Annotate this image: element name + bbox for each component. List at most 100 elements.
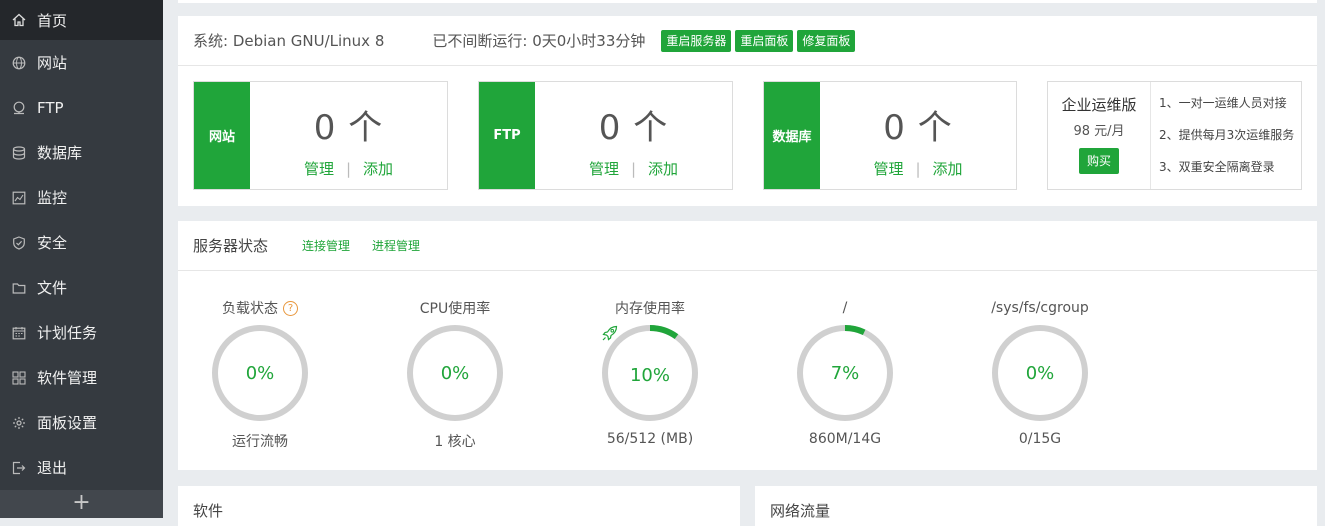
gauge-footer: 860M/14G bbox=[808, 431, 882, 447]
sidebar-item-label: 安全 bbox=[37, 234, 68, 252]
top-strip bbox=[178, 0, 1317, 3]
root-disk-gauge[interactable]: / 7% 860M/14G bbox=[775, 297, 915, 447]
stat-tag: 网站 bbox=[194, 82, 250, 189]
cgroup-disk-gauge[interactable]: /sys/fs/cgroup 0% 0/15G bbox=[970, 297, 1110, 447]
sidebar-item-label: FTP bbox=[37, 98, 64, 117]
grid-icon bbox=[12, 370, 26, 385]
sidebar-item-label: 计划任务 bbox=[37, 324, 98, 342]
gauge-label: 内存使用率 bbox=[615, 301, 685, 317]
gauge-label: / bbox=[842, 300, 848, 316]
website-manage-link[interactable]: 管理 bbox=[304, 160, 334, 178]
sidebar-item-website[interactable]: 网站 bbox=[0, 40, 163, 85]
server-status-header: 服务器状态 连接管理 进程管理 bbox=[178, 221, 1317, 271]
gauge-value: 0% bbox=[440, 362, 470, 384]
gear-icon bbox=[12, 416, 26, 430]
enterprise-card: 企业运维版 98 元/月 购买 1、一对一运维人员对接 2、提供每月3次运维服务… bbox=[1047, 81, 1302, 190]
repair-panel-button[interactable]: 修复面板 bbox=[797, 29, 856, 52]
overview-panel: 系统: Debian GNU/Linux 8 已不间断运行: 0天0小时33分钟… bbox=[178, 16, 1317, 206]
stat-count: 0 个 bbox=[313, 108, 384, 148]
gauge-value: 0% bbox=[245, 362, 275, 384]
enterprise-title: 企业运维版 bbox=[1061, 96, 1137, 114]
load-gauge[interactable]: 负载状态 ? 0% 运行流畅 bbox=[190, 297, 330, 451]
gauge-footer: 运行流畅 bbox=[232, 434, 288, 450]
stat-count: 0 个 bbox=[598, 108, 669, 148]
memory-gauge[interactable]: 内存使用率 10% 56/512 (MB) bbox=[580, 297, 720, 447]
enterprise-feature: 2、提供每月3次运维服务 bbox=[1159, 128, 1295, 142]
sidebar-item-label: 面板设置 bbox=[37, 414, 98, 432]
sidebar-item-cron[interactable]: 计划任务 bbox=[0, 310, 163, 355]
gauge-ring: 0% bbox=[210, 323, 310, 423]
server-status-panel: 服务器状态 连接管理 进程管理 负载状态 ? 0% 运行流畅 CPU使用率 0%… bbox=[178, 221, 1317, 470]
database-add-link[interactable]: 添加 bbox=[933, 160, 963, 178]
globe-icon bbox=[12, 56, 26, 70]
sidebar-item-ftp[interactable]: FTP bbox=[0, 85, 163, 130]
ftp-icon bbox=[12, 101, 26, 115]
software-panel: 软件 bbox=[178, 486, 740, 526]
ftp-manage-link[interactable]: 管理 bbox=[589, 160, 619, 178]
help-icon[interactable]: ? bbox=[283, 300, 298, 316]
restart-panel-button[interactable]: 重启面板 bbox=[735, 29, 794, 52]
network-panel: 网络流量 bbox=[755, 486, 1317, 526]
stat-links: 管理 | 添加 bbox=[588, 160, 679, 178]
system-os: 系统: Debian GNU/Linux 8 bbox=[193, 32, 385, 50]
enterprise-feature: 1、一对一运维人员对接 bbox=[1159, 96, 1287, 110]
sidebar-item-security[interactable]: 安全 bbox=[0, 220, 163, 265]
website-stat-card: 网站 0 个 管理 | 添加 bbox=[193, 81, 448, 190]
process-manage-link[interactable]: 进程管理 bbox=[372, 237, 420, 254]
stat-tag: 数据库 bbox=[764, 82, 820, 189]
server-status-title: 服务器状态 bbox=[193, 237, 269, 255]
ftp-add-link[interactable]: 添加 bbox=[648, 160, 678, 178]
enterprise-summary: 企业运维版 98 元/月 购买 bbox=[1048, 82, 1151, 189]
sidebar-item-database[interactable]: 数据库 bbox=[0, 130, 163, 175]
stat-count: 0 个 bbox=[883, 108, 953, 148]
sidebar-item-label: 监控 bbox=[37, 189, 68, 207]
stat-links: 管理 | 添加 bbox=[303, 160, 394, 178]
gauge-ring: 7% bbox=[795, 323, 895, 423]
enterprise-buy-button[interactable]: 购买 bbox=[1078, 148, 1119, 174]
sidebar-item-label: 退出 bbox=[37, 459, 68, 477]
shield-icon bbox=[12, 235, 26, 250]
sidebar-item-label: 网站 bbox=[37, 54, 68, 72]
sidebar-item-label: 软件管理 bbox=[37, 369, 98, 387]
gauge-ring: 10% bbox=[600, 323, 700, 423]
sidebar-item-label: 首页 bbox=[37, 11, 68, 30]
system-uptime: 已不间断运行: 0天0小时33分钟 bbox=[432, 32, 646, 50]
enterprise-features: 1、一对一运维人员对接 2、提供每月3次运维服务 3、双重安全隔离登录 bbox=[1159, 94, 1294, 190]
gauge-value: 0% bbox=[1025, 362, 1055, 384]
enterprise-feature: 3、双重安全隔离登录 bbox=[1159, 160, 1275, 174]
monitor-icon bbox=[12, 191, 26, 205]
folder-icon bbox=[12, 281, 26, 295]
gauge-ring: 0% bbox=[990, 323, 1090, 423]
gauge-footer: 56/512 (MB) bbox=[606, 431, 694, 447]
sidebar-item-logout[interactable]: 退出 bbox=[0, 445, 163, 490]
website-add-link[interactable]: 添加 bbox=[363, 160, 393, 178]
stat-tag: FTP bbox=[479, 82, 535, 189]
cpu-gauge[interactable]: CPU使用率 0% 1 核心 bbox=[385, 297, 525, 451]
gauge-label-text: 负载状态 bbox=[222, 301, 278, 317]
sidebar-item-settings[interactable]: 面板设置 bbox=[0, 400, 163, 445]
gauge-value: 7% bbox=[830, 362, 860, 384]
gauge-label: 负载状态 ? bbox=[190, 297, 330, 319]
sidebar-item-home[interactable]: 首页 bbox=[0, 0, 163, 40]
connection-manage-link[interactable]: 连接管理 bbox=[302, 237, 350, 254]
sidebar-add-button[interactable]: + bbox=[0, 490, 163, 518]
sidebar: 首页 网站 FTP 数据库 监控 安全 文件 计划任务 软件管理 面板设置 退出… bbox=[0, 0, 163, 518]
gauge-footer: 1 核心 bbox=[434, 434, 476, 450]
restart-server-button[interactable]: 重启服务器 bbox=[661, 29, 732, 52]
sidebar-item-label: 数据库 bbox=[37, 144, 83, 162]
logout-icon bbox=[12, 461, 26, 475]
sidebar-item-files[interactable]: 文件 bbox=[0, 265, 163, 310]
gauge-footer: 0/15G bbox=[1018, 431, 1062, 447]
gauge-label: /sys/fs/cgroup bbox=[991, 300, 1089, 316]
ftp-stat-card: FTP 0 个 管理 | 添加 bbox=[478, 81, 733, 190]
database-icon bbox=[12, 145, 26, 160]
sidebar-item-software[interactable]: 软件管理 bbox=[0, 355, 163, 400]
system-info-bar: 系统: Debian GNU/Linux 8 已不间断运行: 0天0小时33分钟… bbox=[178, 16, 1317, 66]
sidebar-item-monitor[interactable]: 监控 bbox=[0, 175, 163, 220]
sidebar-item-label: 文件 bbox=[37, 279, 68, 297]
gauge-label: CPU使用率 bbox=[419, 301, 491, 317]
database-stat-card: 数据库 0 个 管理 | 添加 bbox=[763, 81, 1017, 190]
database-manage-link[interactable]: 管理 bbox=[873, 160, 903, 178]
enterprise-price: 98 元/月 bbox=[1073, 124, 1125, 139]
home-icon bbox=[12, 13, 26, 27]
